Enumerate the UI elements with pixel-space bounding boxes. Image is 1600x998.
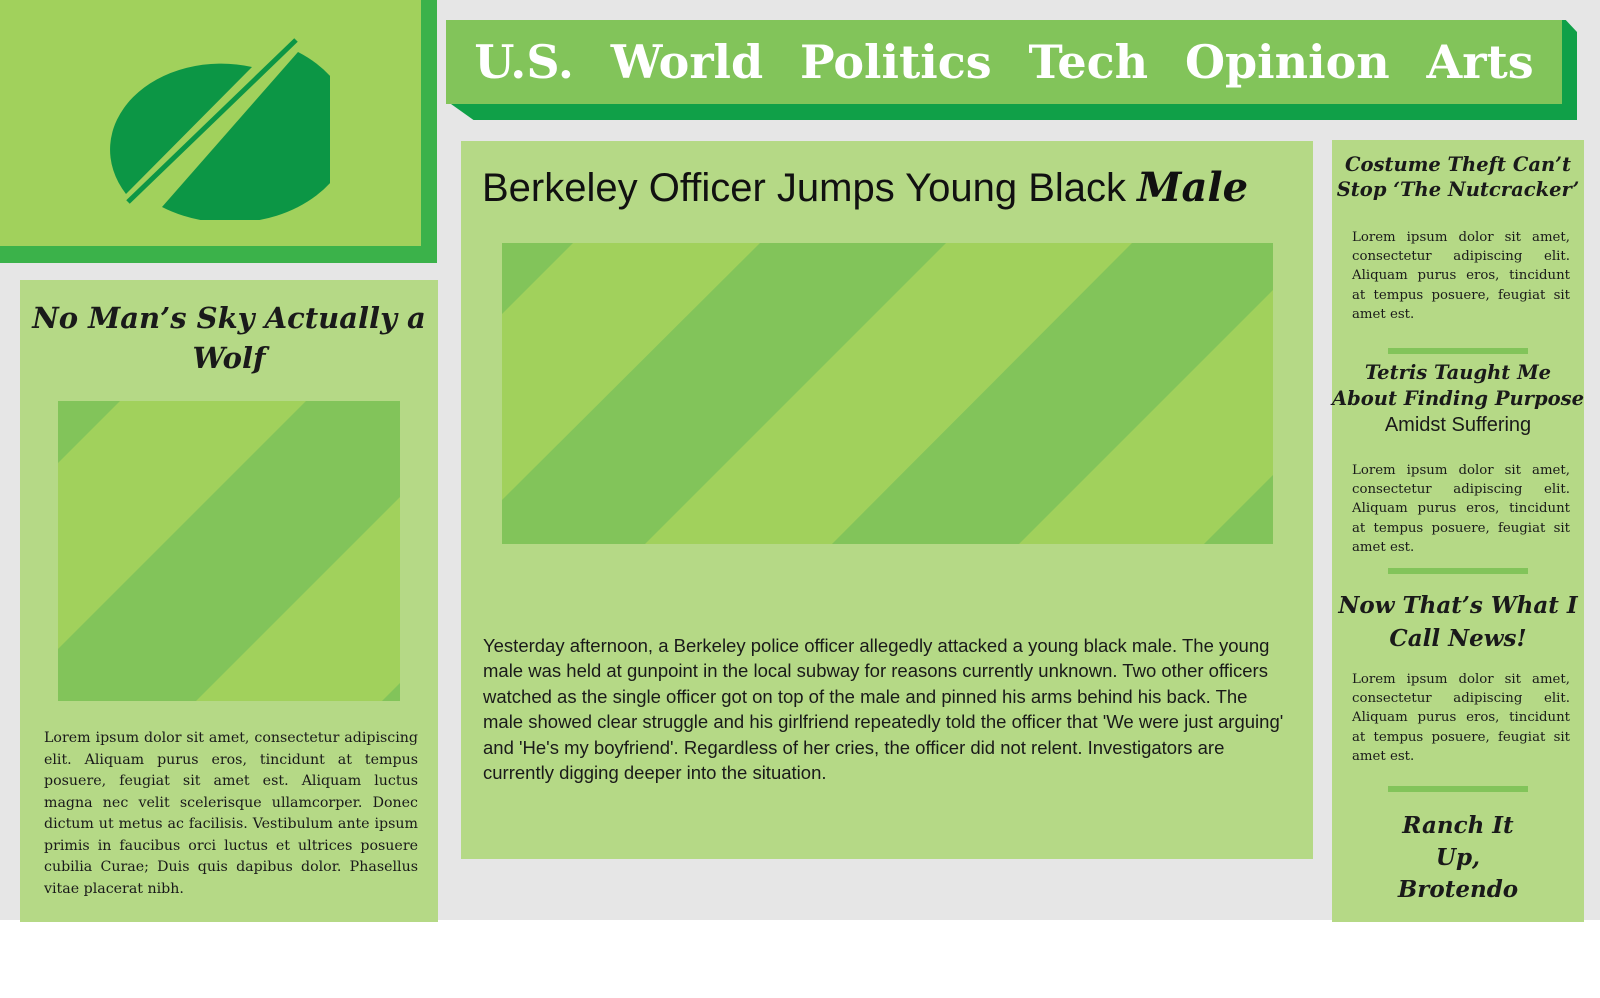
placeholder-image-icon — [58, 401, 400, 701]
placeholder-image-icon — [502, 243, 1273, 544]
nav-item-us[interactable]: U.S. — [474, 35, 574, 89]
sidebar-divider — [1388, 786, 1528, 792]
nav-bar: U.S. World Politics Tech Opinion Arts — [446, 20, 1562, 104]
page: U.S. World Politics Tech Opinion Arts No… — [0, 0, 1600, 998]
sidebar-story-title[interactable]: Ranch It Up, Brotendo — [1332, 810, 1584, 906]
sidebar-story-body: Lorem ipsum dolor sit amet, consectetur … — [1352, 463, 1570, 555]
nav-item-arts[interactable]: Arts — [1427, 35, 1534, 89]
main-article-image[interactable] — [502, 243, 1273, 544]
sidebar-story-title[interactable]: Tetris Taught Me About Finding Purpose — [1332, 360, 1584, 412]
split-circle-logo-icon[interactable] — [90, 30, 330, 220]
sidebar-story-body: Lorem ipsum dolor sit amet, consectetur … — [1352, 672, 1570, 764]
left-article-image[interactable] — [58, 401, 400, 701]
nav-item-opinion[interactable]: Opinion — [1185, 35, 1390, 89]
sidebar-story-body: Lorem ipsum dolor sit amet, consectetur … — [1352, 230, 1570, 322]
sidebar-story-title[interactable]: Now That’s What I Call News! — [1332, 589, 1584, 655]
sidebar-story-subtitle[interactable]: Amidst Suffering — [1332, 412, 1584, 438]
logo-box[interactable] — [0, 0, 421, 246]
main-article-title-emphasis: Male — [1137, 164, 1249, 211]
left-article-card: No Man’s Sky Actually a Wolf Lorem ipsum… — [20, 280, 438, 922]
sidebar-divider — [1388, 568, 1528, 574]
sidebar-story-title[interactable]: Costume Theft Can’t Stop ‘The Nutcracker… — [1332, 152, 1584, 202]
main-article-card: Berkeley Officer Jumps Young Black Male … — [461, 141, 1313, 859]
nav-item-politics[interactable]: Politics — [800, 35, 992, 89]
main-article-title[interactable]: Berkeley Officer Jumps Young Black Male — [482, 161, 1248, 215]
nav-item-tech[interactable]: Tech — [1028, 35, 1148, 89]
main-article-title-text: Berkeley Officer Jumps Young Black — [482, 166, 1127, 210]
left-article-body: Lorem ipsum dolor sit amet, consectetur … — [44, 730, 418, 897]
left-article-title[interactable]: No Man’s Sky Actually a Wolf — [20, 298, 438, 378]
sidebar-card: Costume Theft Can’t Stop ‘The Nutcracker… — [1332, 140, 1584, 922]
main-article-body: Yesterday afternoon, a Berkeley police o… — [483, 635, 1284, 784]
sidebar-divider — [1388, 348, 1528, 354]
nav-item-world[interactable]: World — [611, 35, 763, 89]
